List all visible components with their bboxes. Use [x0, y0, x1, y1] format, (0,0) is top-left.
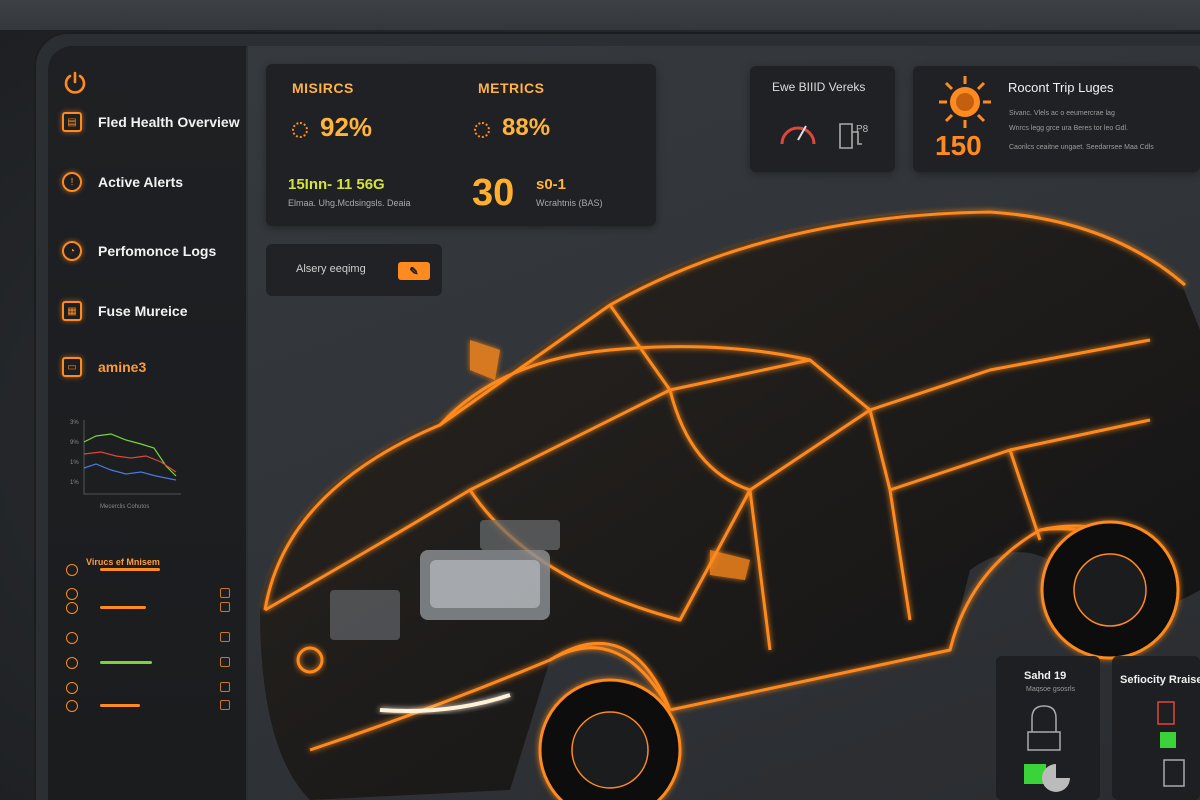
chart-tick: 1% [70, 460, 79, 466]
gear-icon [292, 122, 308, 138]
list-action-icon [220, 700, 230, 710]
series-red [83, 451, 177, 473]
list-item[interactable] [66, 562, 236, 578]
list-action-icon [220, 682, 230, 692]
sidebar-item-label: Perfomonce Logs [98, 243, 217, 259]
window-top-bar [0, 0, 1200, 30]
list-item[interactable] [66, 630, 236, 646]
series-blue [83, 463, 177, 481]
sidebar-item-amine[interactable]: ▭ amine3 [62, 357, 146, 377]
metric-value-right: 88% [502, 114, 551, 141]
trip-line: Sivanc. Vlels ac o eeumercrae lag [1009, 110, 1115, 117]
list-item[interactable] [66, 698, 236, 714]
alert-icon: ! [62, 172, 82, 192]
metric-value-left: 92% [320, 112, 373, 142]
gauge-icon [780, 125, 816, 145]
fuel-pump-icon: P8 [839, 123, 869, 149]
list-dot-icon [66, 700, 78, 712]
sidebar-item-performance-logs[interactable]: ◔ Perfomonce Logs [62, 241, 216, 261]
trip-title: Rocont Trip Luges [1008, 80, 1114, 95]
list-bar [100, 704, 140, 707]
sidebar-item-label: amine3 [98, 359, 147, 375]
list-dot-icon [66, 588, 78, 600]
obd-title: Ewe BIIID Vereks [772, 80, 866, 94]
sidebar-item-label: Fuse Mureice [98, 303, 188, 319]
list-dot-icon [66, 632, 78, 644]
list-dot-icon [66, 657, 78, 669]
gear-icon [474, 122, 490, 138]
sidebar-item-active-alerts[interactable]: ! Active Alerts [62, 172, 183, 192]
trip-value: 150 [935, 130, 982, 161]
list-action-icon [220, 657, 230, 667]
trip-line: Wnrcs legg grce ura Beres tor leo Gdl. [1009, 125, 1129, 132]
gauge-icon: ◔ [62, 241, 82, 261]
document-icon: ▤ [62, 112, 82, 132]
metrics-title-left: MISIRCS [292, 80, 354, 96]
list-dot-icon [66, 564, 78, 576]
list-item[interactable] [66, 680, 236, 696]
side-mirror [470, 340, 500, 380]
list-bar [100, 606, 146, 609]
list-dot-icon [66, 602, 78, 614]
power-icon[interactable] [62, 70, 88, 96]
bottom-right-card: Sefiocity Rraise [1112, 656, 1200, 800]
trip-logs-card: 150 Rocont Trip Luges Sivanc. Vlels ac o… [913, 66, 1200, 172]
lock-icon [1024, 705, 1070, 792]
chart-tick: 3% [70, 420, 79, 426]
bottom-left-card: Sahd 19 Maqsoe gsosrls [996, 656, 1100, 800]
sidebar-mini-chart: 3% 9% 1% 1% Mecerclis Cohutos [70, 420, 181, 510]
bottom-left-sub: Maqsoe gsosrls [1026, 686, 1076, 693]
sidebar-item-fuse-maintenance[interactable]: ▦ Fuse Mureice [62, 301, 187, 321]
list-dot-icon [66, 682, 78, 694]
metrics-title-right: METRICS [478, 80, 545, 96]
list-bar [100, 568, 160, 571]
list-action-icon [220, 602, 230, 612]
series-green [83, 433, 177, 477]
bottom-right-title: Sefiocity Rraise [1120, 674, 1200, 686]
chart-tick: 1% [70, 480, 79, 486]
sidebar-item-fleet-health[interactable]: ▤ Fled Health Overview [62, 112, 240, 132]
list-item[interactable] [66, 600, 236, 616]
list-action-icon [220, 588, 230, 598]
fuse-icon [1157, 701, 1185, 787]
fuse-box-icon: ▦ [62, 301, 82, 321]
trip-line: Caorilcs ceaitne ungaet. Seedarrsee Maa … [1009, 144, 1154, 151]
sidebar-item-label: Fled Health Overview [98, 114, 240, 130]
sidebar-item-label: Active Alerts [98, 174, 184, 190]
folder-icon: ▭ [62, 357, 82, 377]
chart-tick: 9% [70, 440, 79, 446]
list-action-icon [220, 632, 230, 642]
bottom-left-title: Sahd 19 [1024, 670, 1067, 682]
chart-caption: Mecerclis Cohutos [100, 504, 149, 510]
sun-gear-icon [939, 76, 991, 128]
list-bar [100, 661, 152, 664]
list-item[interactable] [66, 655, 236, 671]
obd-card: Ewe BIIID Vereks P8 [750, 66, 895, 172]
obd-label: P8 [856, 124, 869, 135]
